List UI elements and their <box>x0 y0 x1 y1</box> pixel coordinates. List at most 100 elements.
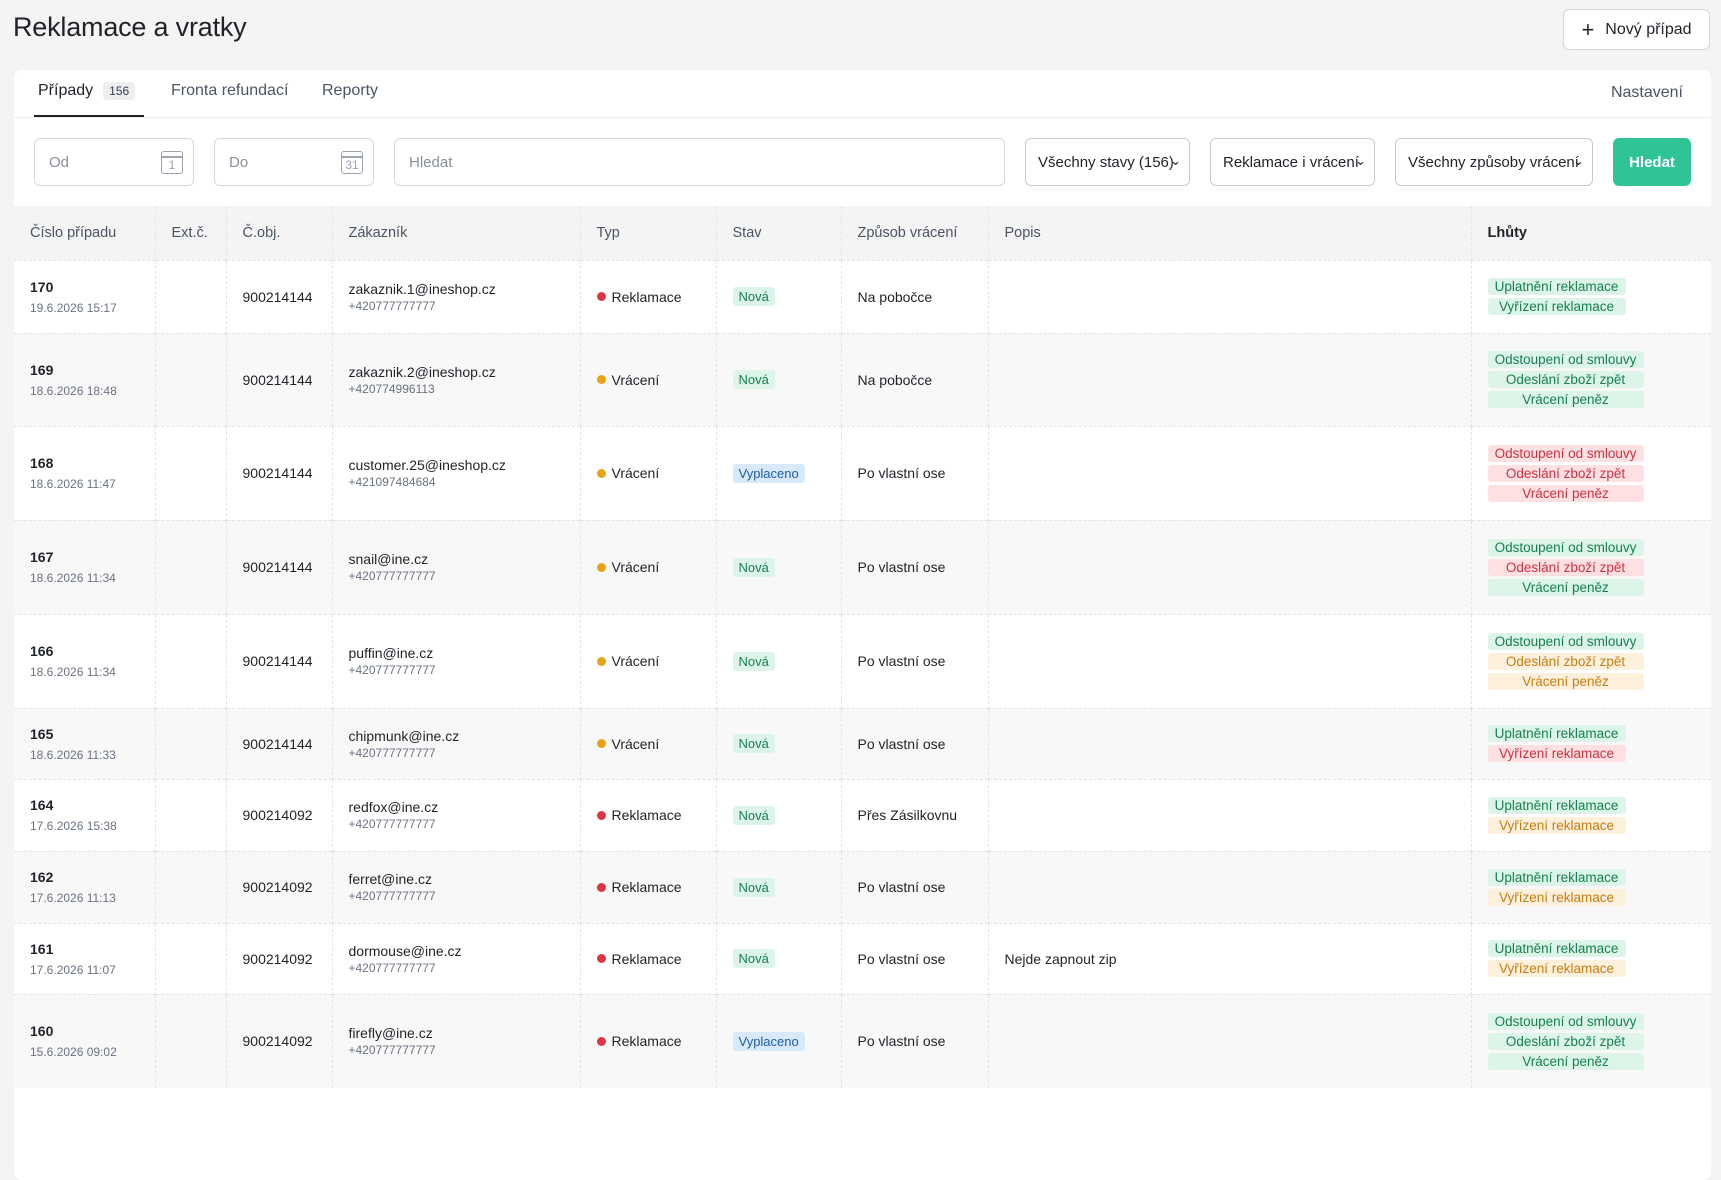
date-to-input[interactable]: Do 31 <box>214 138 374 186</box>
return-method-cell: Přes Zásilkovnu <box>841 778 989 851</box>
col-return-method-header[interactable]: Způsob vrácení <box>841 206 989 260</box>
customer-phone: +420777777777 <box>348 1043 436 1058</box>
cases-table: Číslo případu Ext.č. Č.obj. Zákazník Typ Stav… <box>14 206 1711 1088</box>
type-dot-icon <box>596 468 606 478</box>
return-method: Po vlastní ose <box>857 735 946 752</box>
case-id[interactable]: 162 <box>30 869 155 885</box>
table-row[interactable]: 168 18.6.2026 11:47 900214144 customer.2… <box>14 425 1711 520</box>
date-from-placeholder: Od <box>49 153 70 171</box>
case-id[interactable]: 168 <box>30 455 155 471</box>
new-case-button[interactable]: + Nový případ <box>1563 9 1710 50</box>
order-number: 900214144 <box>242 653 313 669</box>
customer-phone: +420777777777 <box>348 745 436 760</box>
order-number: 900214144 <box>242 559 313 575</box>
tab-refund-queue[interactable]: Fronta refundací <box>171 82 288 100</box>
table-row[interactable]: 164 17.6.2026 15:38 900214092 redfox@ine… <box>14 778 1711 851</box>
col-description-header[interactable]: Popis <box>988 206 1472 260</box>
description-cell <box>988 613 1472 708</box>
case-id[interactable]: 160 <box>30 1023 155 1039</box>
type-cell: Vrácení <box>580 613 717 708</box>
table-row[interactable]: 166 18.6.2026 11:34 900214144 puffin@ine… <box>14 613 1711 708</box>
search-button[interactable]: Hledat <box>1613 138 1691 186</box>
table-row[interactable]: 169 18.6.2026 18:48 900214144 zakaznik.2… <box>14 332 1711 426</box>
calendar-icon[interactable]: 1 <box>161 151 183 174</box>
table-row[interactable]: 170 19.6.2026 15:17 900214144 zakaznik.1… <box>14 259 1711 333</box>
description-cell: Nejde zapnout zip <box>988 922 1472 994</box>
method-select[interactable]: Všechny způsoby vrácení ⌄ <box>1395 138 1593 186</box>
deadline-badge: Odstoupení od smlouvy <box>1487 632 1644 650</box>
status-cell: Nová <box>716 850 842 923</box>
type-dot-icon <box>596 810 606 820</box>
customer-email: ferret@ine.cz <box>348 871 432 887</box>
table-row[interactable]: 162 17.6.2026 11:13 900214092 ferret@ine… <box>14 850 1711 923</box>
filter-bar: Od 1 Do 31 Hledat Všechny stavy (156) ⌄ … <box>14 138 1711 188</box>
settings-link[interactable]: Nastavení <box>1611 84 1683 102</box>
ext-number-cell <box>155 850 227 923</box>
col-type-header[interactable]: Typ <box>580 206 717 260</box>
order-number-cell: 900214144 <box>226 707 333 779</box>
ext-number-cell <box>155 993 227 1088</box>
case-type: Reklamace <box>611 288 682 305</box>
case-number-cell: 164 17.6.2026 15:38 <box>14 778 156 851</box>
col-ext-number-header[interactable]: Ext.č. <box>155 206 227 260</box>
tab-cases[interactable]: Případy 156 <box>38 82 136 100</box>
table-row[interactable]: 161 17.6.2026 11:07 900214092 dormouse@i… <box>14 922 1711 994</box>
return-method-cell: Po vlastní ose <box>841 993 989 1088</box>
customer-cell: dormouse@ine.cz +420777777777 <box>332 922 581 994</box>
case-date: 18.6.2026 18:48 <box>30 383 117 398</box>
table-row[interactable]: 160 15.6.2026 09:02 900214092 firefly@in… <box>14 993 1711 1088</box>
deadlines-cell: Odstoupení od smlouvy Odeslání zboží zpět… <box>1471 993 1711 1088</box>
case-number-cell: 161 17.6.2026 11:07 <box>14 922 156 994</box>
table-row[interactable]: 167 18.6.2026 11:34 900214144 snail@ine.… <box>14 519 1711 614</box>
calendar-icon[interactable]: 31 <box>341 151 363 174</box>
case-id[interactable]: 167 <box>30 549 155 565</box>
tab-reports[interactable]: Reporty <box>322 82 378 100</box>
order-number: 900214144 <box>242 465 313 481</box>
case-id[interactable]: 170 <box>30 279 155 295</box>
description-cell <box>988 778 1472 851</box>
case-id[interactable]: 169 <box>30 362 155 378</box>
order-number: 900214144 <box>242 735 313 752</box>
status-cell: Vyplaceno <box>716 993 842 1088</box>
table-row[interactable]: 165 18.6.2026 11:33 900214144 chipmunk@i… <box>14 707 1711 779</box>
col-case-number-header[interactable]: Číslo případu <box>14 206 156 260</box>
case-type: Vrácení <box>611 653 660 669</box>
tab-refund-queue-label: Fronta refundací <box>171 82 289 99</box>
order-number: 900214092 <box>242 950 313 967</box>
status-cell: Vyplaceno <box>716 425 842 520</box>
order-number: 900214144 <box>242 371 313 388</box>
case-id[interactable]: 164 <box>30 797 155 813</box>
order-number-cell: 900214092 <box>226 778 333 851</box>
case-number-cell: 168 18.6.2026 11:47 <box>14 425 156 520</box>
case-id[interactable]: 165 <box>30 726 155 742</box>
type-cell: Vrácení <box>580 425 717 520</box>
order-number-cell: 900214092 <box>226 993 333 1088</box>
ext-number-cell <box>155 519 227 614</box>
return-method-cell: Po vlastní ose <box>841 850 989 923</box>
return-method: Po vlastní ose <box>857 465 946 481</box>
customer-cell: snail@ine.cz +420777777777 <box>332 519 581 614</box>
order-number-cell: 900214144 <box>226 425 333 520</box>
description-cell <box>988 332 1472 426</box>
deadline-badge: Odeslání zboží zpět <box>1487 464 1644 482</box>
case-id[interactable]: 166 <box>30 643 155 659</box>
col-order-number-header[interactable]: Č.obj. <box>226 206 333 260</box>
status-badge: Nová <box>732 651 775 671</box>
deadline-badge: Odeslání zboží zpět <box>1487 652 1644 670</box>
deadlines-cell: Uplatnění reklamace Vyřízení reklamace <box>1471 259 1711 333</box>
type-select[interactable]: Reklamace i vrácení ⌄ <box>1210 138 1375 186</box>
col-customer-header[interactable]: Zákazník <box>332 206 581 260</box>
deadline-badge: Odeslání zboží zpět <box>1487 558 1644 576</box>
date-from-input[interactable]: Od 1 <box>34 138 194 186</box>
deadline-badge: Vyřízení reklamace <box>1487 298 1626 315</box>
customer-phone: +420774996113 <box>348 381 435 396</box>
search-input[interactable]: Hledat <box>394 138 1005 186</box>
description-cell <box>988 259 1472 333</box>
col-status-header[interactable]: Stav <box>716 206 842 260</box>
deadline-badge: Uplatnění reklamace <box>1487 725 1626 742</box>
ext-number-cell <box>155 259 227 333</box>
status-select[interactable]: Všechny stavy (156) ⌄ <box>1025 138 1190 186</box>
status-badge: Nová <box>732 734 775 753</box>
col-deadlines-header[interactable]: Lhůty <box>1471 206 1711 260</box>
case-id[interactable]: 161 <box>30 941 155 957</box>
